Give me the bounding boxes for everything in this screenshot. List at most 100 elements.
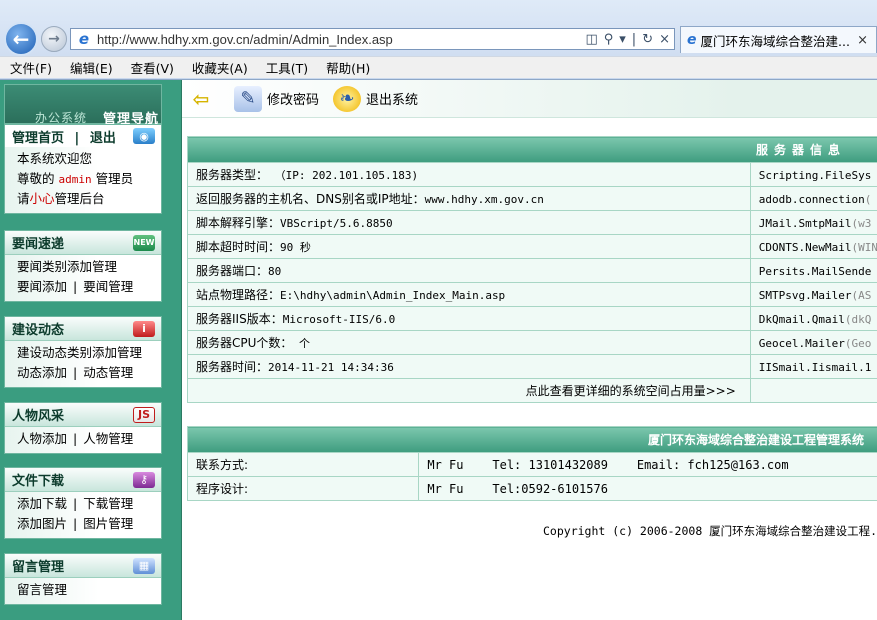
section-title: 文件下载 — [12, 474, 65, 489]
exit-system-label: 退出系统 — [366, 93, 419, 108]
back-arrow-icon[interactable]: ← — [4, 22, 38, 56]
component-cell: adodb.connection( — [749, 186, 877, 211]
separator-icon: | — [631, 31, 637, 47]
table-row: 返回服务器的主机名、DNS别名或IP地址：www.hdhy.xm.gov.cn a… — [187, 186, 877, 211]
menu-view[interactable]: 查看(V) — [121, 58, 182, 77]
browser-tab[interactable]: e 厦门环东海域综合整治建... × — [680, 26, 877, 53]
server-info-label: 返回服务器的主机名、DNS别名或IP地址： — [196, 192, 425, 206]
back-arrow-icon[interactable]: ⇦ — [190, 87, 212, 111]
logout-link[interactable]: 退出 — [90, 131, 116, 146]
server-info-cell: 服务器IIS版本：Microsoft-IIS/6.0 — [187, 306, 751, 331]
section-body: 建设动态类别添加管理 动态添加 | 动态管理 — [5, 341, 161, 387]
section-head: 文件下载 ⚷ — [5, 468, 161, 492]
server-info-rows: 服务器类型： （IP: 202.101.105.183) Scripting.Fi… — [187, 162, 877, 379]
component-name: CDONTS.NewMail — [758, 240, 852, 254]
section-head: 人物风采 JS — [5, 403, 161, 427]
greeting-prefix: 尊敬的 — [17, 171, 55, 186]
nav-link[interactable]: 人物添加 — [17, 431, 67, 446]
nav-link[interactable]: 添加下载 — [17, 496, 67, 511]
nav-link[interactable]: 添加图片 — [17, 516, 67, 531]
empty-cell — [749, 378, 877, 403]
home-link[interactable]: 管理首页 — [12, 131, 64, 146]
designer-label: 程序设计: — [186, 476, 420, 501]
refresh-icon[interactable]: ↻ — [642, 32, 653, 47]
message-icon: ▦ — [133, 557, 155, 574]
nav-link[interactable]: 动态添加 — [17, 365, 67, 380]
nav-line: 要闻添加 | 要闻管理 — [17, 277, 161, 297]
exit-system-button[interactable]: ❧ 退出系统 — [333, 85, 419, 112]
nav-line: 要闻类别添加管理 — [17, 257, 161, 277]
more-link[interactable]: 点此查看更详细的系统空间占用量>>> — [187, 378, 751, 403]
nav-line: 人物添加 | 人物管理 — [17, 429, 161, 449]
url-text[interactable]: http://www.hdhy.xm.gov.cn/admin/Admin_In… — [97, 32, 585, 47]
menu-favorites[interactable]: 收藏夹(A) — [182, 58, 256, 77]
nav-link[interactable]: 要闻管理 — [83, 279, 133, 294]
change-password-button[interactable]: ✎ 修改密码 — [234, 85, 320, 112]
address-bar-tools: ◫ ⚲ ▾ | ↻ × — [585, 32, 674, 47]
section-body: 添加下载 | 下载管理 添加图片 | 图片管理 — [5, 492, 161, 538]
nav-link[interactable]: 动态管理 — [83, 365, 133, 380]
component-extra: (w3 — [851, 216, 872, 230]
tab-close-icon[interactable]: × — [857, 33, 868, 48]
component-name: adodb.connection — [758, 192, 865, 206]
nav-line: 动态添加 | 动态管理 — [17, 363, 161, 383]
menu-edit[interactable]: 编辑(E) — [60, 58, 121, 77]
server-info-value: 2014-11-21 14:34:36 — [268, 361, 394, 374]
component-extra: (AS — [851, 288, 872, 302]
home-box-head: 管理首页 | 退出 ◉ — [5, 125, 161, 147]
menu-help[interactable]: 帮助(H) — [316, 58, 378, 77]
menu-tools[interactable]: 工具(T) — [256, 58, 316, 77]
component-name: JMail.SmtpMail — [758, 216, 852, 230]
change-password-label: 修改密码 — [267, 93, 320, 108]
address-bar[interactable]: e http://www.hdhy.xm.gov.cn/admin/Admin_… — [70, 28, 675, 50]
component-name: SMTPsvg.Mailer — [758, 288, 852, 302]
forward-arrow-icon[interactable]: → — [41, 26, 67, 52]
careful-prefix: 请 — [17, 191, 30, 206]
section-people: 人物风采 JS 人物添加 | 人物管理 — [4, 402, 162, 454]
search-icon[interactable]: ⚲ — [604, 32, 614, 47]
server-info-value: 90 秒 — [280, 241, 311, 254]
server-info-value: 个 — [292, 337, 311, 350]
server-info-label: 服务器IIS版本： — [196, 312, 283, 326]
toolbar: ⇦ ✎ 修改密码 ❧ 退出系统 — [182, 80, 877, 118]
section-body: 留言管理 — [5, 578, 161, 604]
table-row: 脚本解释引擎：VBScript/5.6.8850 JMail.SmtpMail(w… — [187, 210, 877, 235]
compat-view-icon[interactable]: ◫ — [585, 32, 597, 47]
table-row: 联系方式: Mr Fu Tel: 13101432089 Email: fch1… — [186, 452, 877, 477]
home-box: 管理首页 | 退出 ◉ 本系统欢迎您 尊敬的 admin 管理员 请小心管理后台 — [4, 124, 162, 214]
browser-chrome: ← → e http://www.hdhy.xm.gov.cn/admin/Ad… — [0, 0, 877, 80]
server-info-value: （IP: 202.101.105.183) — [268, 169, 419, 182]
designer-value: Mr Fu Tel:0592-6101576 — [418, 476, 877, 501]
home-shield-icon: ◉ — [133, 128, 155, 144]
nav-link[interactable]: 留言管理 — [17, 582, 67, 597]
greeting-line: 尊敬的 admin 管理员 — [17, 169, 161, 189]
nav-link[interactable]: 图片管理 — [83, 516, 133, 531]
contact-label: 联系方式: — [186, 452, 420, 477]
divider: | — [73, 431, 78, 446]
table-row: 服务器IIS版本：Microsoft-IIS/6.0 DkQmail.Qmail(… — [187, 306, 877, 331]
contact-table: 厦门环东海域综合整治建设工程管理系统 联系方式: Mr Fu Tel: 1310… — [186, 426, 877, 501]
nav-link[interactable]: 建设动态类别添加管理 — [17, 345, 142, 360]
component-name: Geocel.Mailer — [758, 336, 845, 350]
nav-link[interactable]: 下载管理 — [83, 496, 133, 511]
nav-link[interactable]: 人物管理 — [83, 431, 133, 446]
component-cell: IISmail.Iismail.1 — [749, 354, 877, 379]
table-row: 服务器CPU个数： 个 Geocel.Mailer(Geo — [187, 330, 877, 355]
server-info-cell: 站点物理路径：E:\hdhy\admin\Admin_Index_Main.as… — [187, 282, 751, 307]
server-info-label: 站点物理路径： — [196, 288, 281, 302]
stop-icon[interactable]: × — [659, 32, 670, 47]
server-info-value: www.hdhy.xm.gov.cn — [424, 193, 544, 206]
dropdown-icon[interactable]: ▾ — [619, 32, 626, 47]
section-body: 人物添加 | 人物管理 — [5, 427, 161, 453]
component-extra: (dkQ — [844, 312, 872, 326]
nav-link[interactable]: 要闻添加 — [17, 279, 67, 294]
menu-file[interactable]: 文件(F) — [0, 58, 60, 77]
menu-bar: 文件(F) 编辑(E) 查看(V) 收藏夹(A) 工具(T) 帮助(H) — [0, 56, 877, 78]
component-extra: ( — [864, 192, 872, 206]
nav-link[interactable]: 要闻类别添加管理 — [17, 259, 117, 274]
server-info-value: 80 — [268, 265, 282, 278]
component-cell: Persits.MailSende — [749, 258, 877, 283]
component-name: Scripting.FileSys — [758, 168, 872, 182]
component-name: DkQmail.Qmail — [758, 312, 845, 326]
section-title: 建设动态 — [12, 323, 65, 338]
